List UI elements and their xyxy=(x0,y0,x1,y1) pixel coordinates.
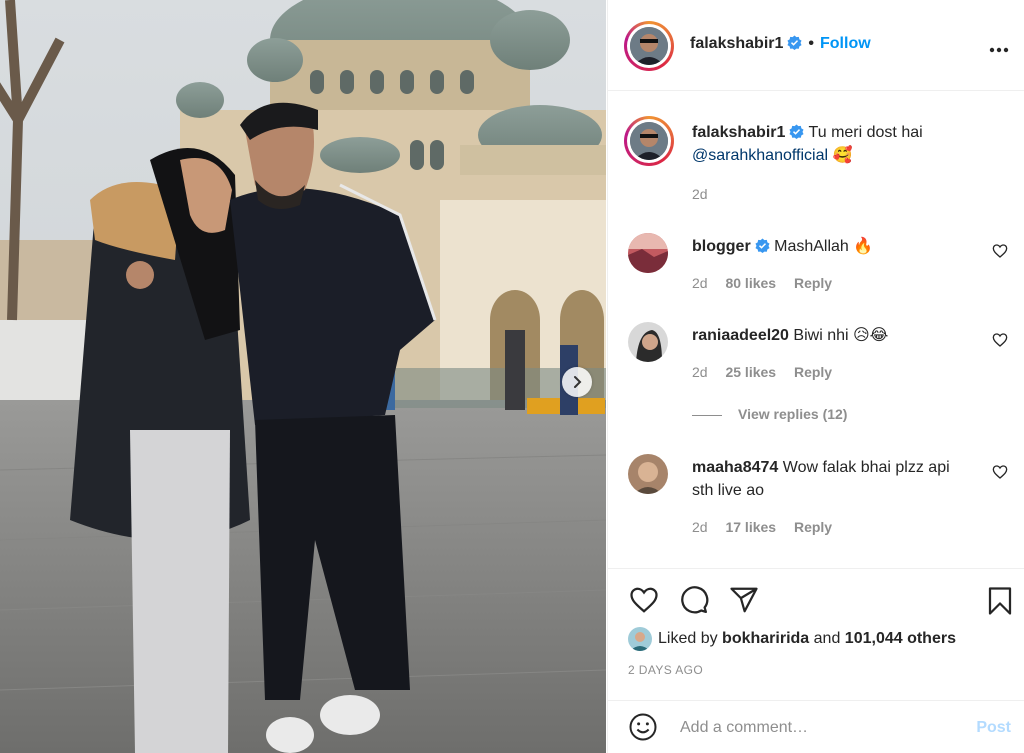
mention-link[interactable]: @sarahkhanofficial xyxy=(692,147,828,164)
comment-username[interactable]: maaha8474 xyxy=(692,459,778,476)
comment-message: Biwi nhi 😥😂 xyxy=(793,327,889,344)
verified-badge-icon xyxy=(789,124,804,139)
reply-button[interactable]: Reply xyxy=(794,364,832,380)
comment-item: maaha8474 Wow falak bhai plzz api sth li… xyxy=(628,454,1008,544)
comment-text: raniaadeel20 Biwi nhi 😥😂 xyxy=(692,324,972,347)
liker-avatar[interactable] xyxy=(628,627,652,651)
comment-time[interactable]: 2d xyxy=(692,275,708,291)
bookmark-save-icon[interactable] xyxy=(985,585,1015,617)
liked-by-prefix: Liked by xyxy=(658,630,718,647)
commenter-avatar[interactable] xyxy=(628,454,668,494)
add-comment-bar: Post xyxy=(608,700,1024,753)
replies-divider xyxy=(692,414,722,416)
post-photo[interactable] xyxy=(0,0,606,753)
view-replies-label: View replies (12) xyxy=(738,406,848,422)
verified-badge-icon xyxy=(787,35,802,50)
caption-meta: 2d xyxy=(692,186,722,202)
post-header: falakshabir1 • Follow xyxy=(608,0,1024,91)
comment-text: maaha8474 Wow falak bhai plzz api sth li… xyxy=(692,456,972,502)
more-options-button[interactable] xyxy=(989,36,1009,59)
separator-dot: • xyxy=(808,35,814,52)
comment-likes[interactable]: 25 likes xyxy=(725,364,776,380)
like-heart-icon[interactable] xyxy=(628,585,660,615)
author-username[interactable]: falakshabir1 xyxy=(690,35,783,52)
comment-meta: 2d 17 likes Reply xyxy=(692,519,846,535)
comment-meta: 2d 25 likes Reply xyxy=(692,364,846,380)
chevron-right-icon xyxy=(574,376,582,388)
post-comment-button[interactable]: Post xyxy=(976,719,1011,737)
comment-username[interactable]: blogger xyxy=(692,238,751,255)
comment-bubble-icon[interactable] xyxy=(678,585,710,615)
likes-count-link[interactable]: 101,044 others xyxy=(845,630,956,648)
comment-time[interactable]: 2d xyxy=(692,519,708,535)
caption-text: falakshabir1 Tu meri dost hai @sarahkhan… xyxy=(692,121,972,167)
share-send-icon[interactable] xyxy=(728,585,760,615)
caption-time[interactable]: 2d xyxy=(692,186,708,202)
post-actions xyxy=(608,568,1024,632)
liked-by-and: and xyxy=(813,630,841,647)
caption-username[interactable]: falakshabir1 xyxy=(692,124,785,141)
comment-likes[interactable]: 17 likes xyxy=(725,519,776,535)
comment-item: blogger MashAllah 🔥 2d 80 likes Reply xyxy=(628,233,1008,303)
heart-icon[interactable] xyxy=(992,243,1008,259)
verified-badge-icon xyxy=(755,238,770,253)
more-horizontal-icon xyxy=(989,47,1009,53)
emoji-smiley-icon[interactable] xyxy=(628,712,658,742)
post-details-panel: falakshabir1 • Follow falakshabir1 Tu meri… xyxy=(607,0,1024,753)
author-avatar[interactable] xyxy=(624,21,674,71)
comment-text: blogger MashAllah 🔥 xyxy=(692,235,972,258)
post-image xyxy=(0,0,606,753)
liker-username[interactable]: bokharirida xyxy=(722,630,809,648)
caption-emoji: 🥰 xyxy=(832,147,853,164)
instagram-post-modal: falakshabir1 • Follow falakshabir1 Tu meri… xyxy=(0,0,1024,753)
follow-button[interactable]: Follow xyxy=(820,35,871,52)
comment-meta: 2d 80 likes Reply xyxy=(692,275,846,291)
next-photo-button[interactable] xyxy=(562,367,592,397)
heart-icon[interactable] xyxy=(992,332,1008,348)
comment-item: raniaadeel20 Biwi nhi 😥😂 2d 25 likes Rep… xyxy=(628,322,1008,392)
comment-likes[interactable]: 80 likes xyxy=(725,275,776,291)
likes-summary: Liked by bokharirida and 101,044 others xyxy=(628,627,956,651)
view-replies-button[interactable]: View replies (12) xyxy=(692,406,847,422)
comments-list[interactable]: falakshabir1 Tu meri dost hai @sarahkhan… xyxy=(608,92,1024,568)
commenter-avatar[interactable] xyxy=(628,233,668,273)
comment-message: MashAllah 🔥 xyxy=(774,238,874,255)
post-timestamp[interactable]: 2 DAYS AGO xyxy=(628,663,703,677)
commenter-avatar[interactable] xyxy=(628,322,668,362)
reply-button[interactable]: Reply xyxy=(794,275,832,291)
caption-avatar[interactable] xyxy=(624,116,674,166)
comment-time[interactable]: 2d xyxy=(692,364,708,380)
comment-input[interactable] xyxy=(680,713,960,743)
reply-button[interactable]: Reply xyxy=(794,519,832,535)
avatar xyxy=(630,27,668,65)
comment-username[interactable]: raniaadeel20 xyxy=(692,327,789,344)
avatar xyxy=(630,122,668,160)
heart-icon[interactable] xyxy=(992,464,1008,480)
caption-message: Tu meri dost hai xyxy=(808,124,923,141)
